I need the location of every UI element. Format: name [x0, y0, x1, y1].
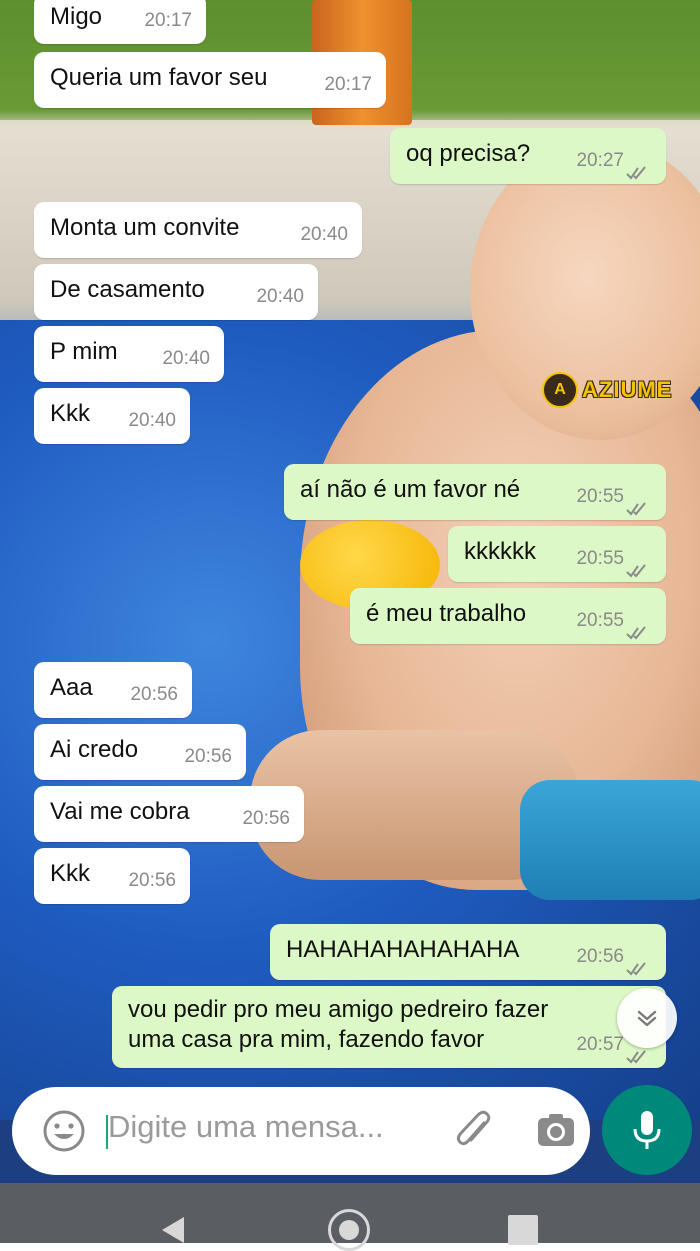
message-time: 20:56	[184, 746, 232, 767]
attach-icon[interactable]	[454, 1109, 494, 1153]
watermark-text: AZIUME	[582, 377, 673, 402]
message-text: Kkk	[50, 400, 91, 427]
message-incoming[interactable]: Ai credo 20:56	[34, 724, 246, 780]
home-icon-center	[339, 1220, 359, 1240]
message-incoming[interactable]: Migo 20:17	[34, 0, 206, 44]
message-incoming[interactable]: De casamento 20:40	[34, 264, 318, 320]
message-incoming[interactable]: Kkk 20:56	[34, 848, 190, 904]
message-time: 20:57	[576, 1034, 624, 1055]
message-text: Migo	[50, 3, 103, 30]
double-check-icon	[626, 158, 652, 180]
message-outgoing[interactable]: oq precisa? 20:27	[390, 128, 666, 184]
message-outgoing[interactable]: aí não é um favor né 20:55	[284, 464, 666, 520]
message-time: 20:56	[128, 870, 176, 891]
message-incoming[interactable]: Aaa 20:56	[34, 662, 192, 718]
watermark: A AZIUME	[542, 372, 672, 408]
message-outgoing[interactable]: HAHAHAHAHAHAHA 20:56	[270, 924, 666, 980]
camera-icon[interactable]	[536, 1111, 576, 1151]
message-text: Vai me cobra	[50, 798, 190, 825]
message-text-line: vou pedir pro meu amigo pedreiro fazer	[128, 996, 549, 1023]
message-text-line: uma casa pra mim, fazendo favor	[128, 1026, 485, 1053]
message-time: 20:40	[128, 410, 176, 431]
message-text: Aaa	[50, 674, 93, 701]
message-composer[interactable]: Digite uma mensa...	[12, 1087, 590, 1175]
emoji-icon[interactable]	[42, 1109, 86, 1153]
system-navigation-bar	[0, 1183, 700, 1251]
back-icon[interactable]	[158, 1215, 188, 1245]
message-outgoing[interactable]: é meu trabalho 20:55	[350, 588, 666, 644]
message-text: Kkk	[50, 860, 91, 887]
message-incoming[interactable]: Queria um favor seu 20:17	[34, 52, 386, 108]
home-icon[interactable]	[328, 1209, 370, 1251]
message-time: 20:27	[576, 150, 624, 171]
double-check-icon	[626, 556, 652, 578]
message-time: 20:55	[576, 610, 624, 631]
message-incoming[interactable]: Kkk 20:40	[34, 388, 190, 444]
message-text: Ai credo	[50, 736, 139, 763]
message-incoming[interactable]: Vai me cobra 20:56	[34, 786, 304, 842]
message-incoming[interactable]: Monta um convite 20:40	[34, 202, 362, 258]
message-input[interactable]: Digite uma mensa...	[108, 1109, 384, 1145]
message-incoming[interactable]: P mim 20:40	[34, 326, 224, 382]
message-time: 20:56	[130, 684, 178, 705]
message-text: Monta um convite	[50, 214, 240, 241]
message-time: 20:17	[324, 74, 372, 95]
message-outgoing[interactable]: kkkkkk 20:55	[448, 526, 666, 582]
mic-button[interactable]	[602, 1085, 692, 1175]
message-text: P mim	[50, 338, 118, 365]
double-check-icon	[626, 494, 652, 516]
message-time: 20:40	[162, 348, 210, 369]
double-check-icon	[626, 618, 652, 640]
message-text: é meu trabalho	[366, 600, 527, 627]
message-time: 20:55	[576, 548, 624, 569]
message-text: aí não é um favor né	[300, 476, 521, 503]
message-text: HAHAHAHAHAHAHA	[286, 936, 520, 963]
watermark-logo-icon: A	[542, 372, 578, 408]
scroll-to-bottom-button[interactable]	[617, 988, 677, 1048]
message-text: De casamento	[50, 276, 205, 303]
message-time: 20:55	[576, 486, 624, 507]
chevron-down-icon	[637, 1010, 657, 1027]
mic-icon	[633, 1111, 661, 1149]
message-time: 20:17	[144, 10, 192, 31]
double-check-icon	[626, 954, 652, 976]
message-time: 20:56	[576, 946, 624, 967]
message-time: 20:40	[256, 286, 304, 307]
message-text: Queria um favor seu	[50, 64, 268, 91]
message-text: kkkkkk	[464, 538, 536, 565]
message-time: 20:40	[300, 224, 348, 245]
message-time: 20:56	[242, 808, 290, 829]
recents-icon[interactable]	[508, 1215, 538, 1245]
message-text: oq precisa?	[406, 140, 531, 167]
message-outgoing[interactable]: vou pedir pro meu amigo pedreiro fazer u…	[112, 986, 666, 1068]
wallpaper-diaper	[520, 780, 700, 900]
